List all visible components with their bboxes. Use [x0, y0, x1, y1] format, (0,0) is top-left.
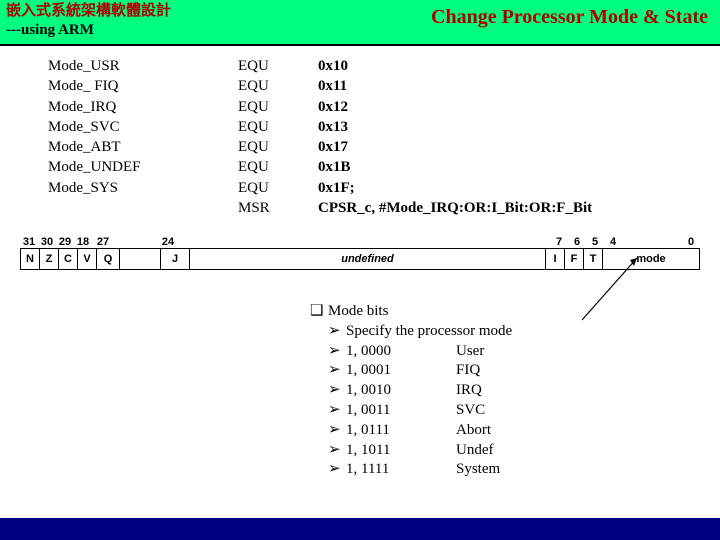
code-op: EQU	[238, 56, 318, 76]
code-op: EQU	[238, 76, 318, 96]
reg-cell: C	[59, 249, 78, 269]
code-val: 0x12	[318, 97, 720, 117]
code-val: 0x10	[318, 56, 720, 76]
bit-num: 29	[56, 236, 74, 248]
code-op: EQU	[238, 97, 318, 117]
bit-num: 5	[586, 236, 604, 248]
code-row: Mode_ FIQEQU0x11	[48, 76, 720, 96]
header-left: 嵌入式系統架構軟體設計 ---using ARM	[6, 2, 171, 40]
reg-cell: V	[78, 249, 97, 269]
code-op: EQU	[238, 137, 318, 157]
code-op: EQU	[238, 117, 318, 137]
mode-bits-heading: ❑Mode bits	[310, 302, 720, 322]
code-op: EQU	[238, 178, 318, 198]
reg-cell	[120, 249, 161, 269]
reg-cell: Z	[40, 249, 59, 269]
code-val: CPSR_c, #Mode_IRQ:OR:I_Bit:OR:F_Bit	[318, 198, 720, 218]
code-val: 0x17	[318, 137, 720, 157]
bit-num: 4	[604, 236, 622, 248]
code-val: 0x1F;	[318, 178, 720, 198]
title-cjk: 嵌入式系統架構軟體設計	[6, 2, 171, 21]
bit-num: 30	[38, 236, 56, 248]
slide-header: 嵌入式系統架構軟體設計 ---using ARM Change Processo…	[0, 0, 720, 46]
register-box: NZCVQ JundefinedIFTmode	[20, 248, 700, 270]
mode-bits-row: ➢1, 0000User	[310, 342, 720, 362]
mode-bits-row: ➢1, 0011SVC	[310, 401, 720, 421]
bit-num	[652, 236, 682, 248]
bit-num: 27	[92, 236, 114, 248]
code-val: 0x13	[318, 117, 720, 137]
code-label	[48, 198, 238, 218]
code-row: Mode_ABTEQU0x17	[48, 137, 720, 157]
code-label: Mode_IRQ	[48, 97, 238, 117]
code-label: Mode_SYS	[48, 178, 238, 198]
code-block: Mode_USREQU0x10Mode_ FIQEQU0x11Mode_IRQE…	[48, 56, 720, 218]
bit-num: 7	[550, 236, 568, 248]
mode-bits-row: ➢1, 1111System	[310, 460, 720, 480]
cpsr-register-diagram: 3130291827 24 7654 0 NZCVQ JundefinedIFTmode	[20, 236, 700, 270]
code-row: Mode_UNDEFEQU0x1B	[48, 157, 720, 177]
code-label: Mode_USR	[48, 56, 238, 76]
mode-bits-list: ❑Mode bits➢Specify the processor mode➢1,…	[310, 302, 720, 480]
reg-cell: N	[21, 249, 40, 269]
reg-cell: J	[161, 249, 190, 269]
bit-number-row: 3130291827 24 7654 0	[20, 236, 700, 248]
code-row: Mode_IRQEQU0x12	[48, 97, 720, 117]
reg-cell: T	[584, 249, 603, 269]
code-row: Mode_SVCEQU0x13	[48, 117, 720, 137]
code-row: Mode_SYSEQU0x1F;	[48, 178, 720, 198]
footer-bar	[0, 518, 720, 540]
code-val: 0x1B	[318, 157, 720, 177]
mode-bits-desc: ➢Specify the processor mode	[310, 322, 720, 342]
bit-num: 31	[20, 236, 38, 248]
code-label: Mode_SVC	[48, 117, 238, 137]
bit-num: 18	[74, 236, 92, 248]
header-right: Change Processor Mode & State	[431, 2, 714, 29]
reg-cell-undefined: undefined	[190, 249, 546, 269]
code-row: MSRCPSR_c, #Mode_IRQ:OR:I_Bit:OR:F_Bit	[48, 198, 720, 218]
bit-num	[114, 236, 154, 248]
code-label: Mode_ABT	[48, 137, 238, 157]
reg-cell: Q	[97, 249, 120, 269]
code-op: EQU	[238, 157, 318, 177]
code-val: 0x11	[318, 76, 720, 96]
bit-num: 0	[682, 236, 700, 248]
reg-cell: mode	[603, 249, 699, 269]
bit-num: 6	[568, 236, 586, 248]
reg-cell: I	[546, 249, 565, 269]
code-label: Mode_ FIQ	[48, 76, 238, 96]
reg-cell: F	[565, 249, 584, 269]
mode-bits-row: ➢1, 0001FIQ	[310, 361, 720, 381]
bit-num	[622, 236, 652, 248]
code-row: Mode_USREQU0x10	[48, 56, 720, 76]
mode-bits-row: ➢1, 1011Undef	[310, 441, 720, 461]
code-op: MSR	[238, 198, 318, 218]
subtitle: ---using ARM	[6, 21, 171, 40]
mode-bits-row: ➢1, 0010IRQ	[310, 381, 720, 401]
bit-num: 24	[154, 236, 182, 248]
mode-bits-row: ➢1, 0111Abort	[310, 421, 720, 441]
code-label: Mode_UNDEF	[48, 157, 238, 177]
